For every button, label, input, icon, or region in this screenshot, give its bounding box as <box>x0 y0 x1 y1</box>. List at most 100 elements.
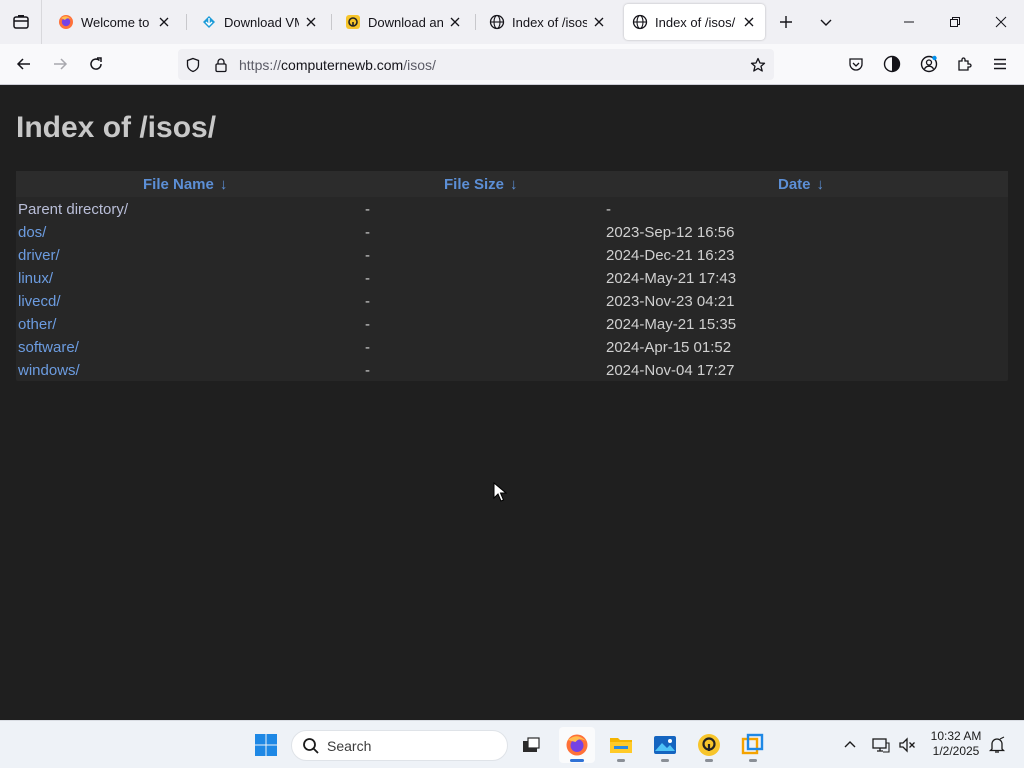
taskbar-firefox[interactable] <box>559 727 595 763</box>
sort-by-name-link[interactable]: File Name ↓ <box>143 176 227 193</box>
back-button[interactable] <box>10 50 38 78</box>
list-all-tabs-button[interactable] <box>812 8 840 36</box>
menu-button[interactable] <box>987 51 1013 77</box>
sort-arrow-icon: ↓ <box>816 176 825 193</box>
taskbar-photos[interactable] <box>647 727 683 763</box>
parent-directory-link[interactable]: Parent directory/ <box>18 201 128 218</box>
app-yellow-icon <box>698 734 720 756</box>
file-size-cell: - <box>365 316 370 333</box>
taskbar-file-explorer[interactable] <box>603 727 639 763</box>
page-title: Index of /isos/ <box>16 111 217 144</box>
restore-icon <box>950 17 960 27</box>
account-button[interactable] <box>916 51 942 77</box>
taskbar-yellow-app[interactable] <box>691 727 727 763</box>
url-text[interactable]: https://computernewb.com/isos/ <box>239 57 436 73</box>
firefox-view-button[interactable] <box>0 0 42 44</box>
reload-button[interactable] <box>82 50 110 78</box>
folder-link[interactable]: linux/ <box>18 270 53 287</box>
close-tab-icon[interactable] <box>741 14 757 30</box>
windows-taskbar: Search 10:32 AM 1/2/2025 <box>0 720 1024 768</box>
tab-separator <box>186 14 187 30</box>
navigation-toolbar: https://computernewb.com/isos/ <box>0 44 1024 85</box>
taskbar-vmware[interactable] <box>735 727 771 763</box>
firefox-account-button[interactable] <box>879 51 905 77</box>
new-tab-button[interactable] <box>772 8 800 36</box>
folder-link[interactable]: windows/ <box>18 362 80 379</box>
tab-label: Welcome to Firefox <box>81 14 152 30</box>
tab-label: Index of /isos/ <box>655 14 736 30</box>
close-tab-icon[interactable] <box>303 14 319 30</box>
minimize-icon <box>904 21 914 23</box>
folder-link[interactable]: driver/ <box>18 247 60 264</box>
arrow-left-icon <box>16 58 30 70</box>
table-row: software/ - 2024-Apr-15 01:52 <box>16 337 1008 360</box>
table-row: Parent directory/ - - <box>16 199 1008 222</box>
puzzle-icon <box>958 57 972 71</box>
tab-welcome-firefox[interactable]: Welcome to Firefox <box>50 4 180 40</box>
bookmark-star-icon[interactable] <box>749 56 767 74</box>
close-tab-icon[interactable] <box>591 14 607 30</box>
firefox-icon <box>58 14 74 30</box>
address-bar[interactable]: https://computernewb.com/isos/ <box>178 49 774 80</box>
tab-index-isos-w[interactable]: Index of /isos/w <box>481 4 615 40</box>
file-size-cell: - <box>365 247 370 264</box>
restore-button[interactable] <box>932 0 978 44</box>
close-tab-icon[interactable] <box>447 14 463 30</box>
volume-button[interactable] <box>897 735 917 755</box>
globe-icon <box>632 14 648 30</box>
close-window-button[interactable] <box>978 0 1024 44</box>
sort-by-size-link[interactable]: File Size ↓ <box>444 176 518 193</box>
system-clock[interactable]: 10:32 AM 1/2/2025 <box>926 729 986 759</box>
app-indicator <box>705 759 713 762</box>
directory-listing-table: File Name ↓ File Size ↓ Date ↓ Parent direc… <box>16 171 1008 381</box>
column-header-size: File Size <box>444 176 505 193</box>
table-row: dos/ - 2023-Sep-12 16:56 <box>16 222 1008 245</box>
folder-link[interactable]: software/ <box>18 339 79 356</box>
app-indicator <box>661 759 669 762</box>
tab-separator <box>331 14 332 30</box>
lock-icon[interactable] <box>212 56 230 74</box>
search-icon <box>303 738 319 754</box>
date-cell: 2024-Nov-04 17:27 <box>606 362 735 379</box>
folder-link[interactable]: livecd/ <box>18 293 61 310</box>
notifications-button[interactable] <box>987 735 1007 755</box>
date-cell: 2024-May-21 17:43 <box>606 270 737 287</box>
tracking-protection-shield-icon[interactable] <box>184 56 202 74</box>
table-row: windows/ - 2024-Nov-04 17:27 <box>16 360 1008 383</box>
folder-link[interactable]: dos/ <box>18 224 46 241</box>
tab-label: Download and Install <box>368 14 443 30</box>
network-status-button[interactable] <box>871 735 891 755</box>
minimize-button[interactable] <box>886 0 932 44</box>
task-view-button[interactable] <box>513 727 549 763</box>
windows-logo-icon <box>255 734 277 756</box>
pocket-icon <box>849 58 863 71</box>
tab-index-isos[interactable]: Index of /isos/ <box>624 4 765 40</box>
active-app-indicator <box>570 759 584 762</box>
taskbar-search-box[interactable]: Search <box>291 730 508 761</box>
column-header-date: Date <box>778 176 811 193</box>
folder-link[interactable]: other/ <box>18 316 56 333</box>
firefox-icon <box>566 734 588 756</box>
close-tab-icon[interactable] <box>156 14 172 30</box>
notification-bell-icon <box>988 736 1006 753</box>
vmware-icon <box>741 733 764 755</box>
app-yellow-icon <box>345 14 361 30</box>
pocket-button[interactable] <box>843 51 869 77</box>
sort-by-date-link[interactable]: Date ↓ <box>778 176 824 193</box>
table-row: driver/ - 2024-Dec-21 16:23 <box>16 245 1008 268</box>
date-cell: 2023-Nov-23 04:21 <box>606 293 735 310</box>
sort-arrow-icon: ↓ <box>510 176 518 193</box>
app-indicator <box>617 759 625 762</box>
show-hidden-icons-button[interactable] <box>840 735 860 755</box>
speaker-muted-icon <box>899 737 915 753</box>
close-icon <box>995 16 1007 28</box>
plus-icon <box>780 16 792 28</box>
tab-download-install[interactable]: Download and Install <box>337 4 471 40</box>
clock-half-icon <box>883 55 901 73</box>
tab-download-vmware[interactable]: Download VMware <box>193 4 327 40</box>
extensions-button[interactable] <box>951 51 977 77</box>
date-cell: 2024-Apr-15 01:52 <box>606 339 732 356</box>
start-button[interactable] <box>248 727 284 763</box>
forward-button[interactable] <box>46 50 74 78</box>
file-size-cell: - <box>365 201 370 218</box>
